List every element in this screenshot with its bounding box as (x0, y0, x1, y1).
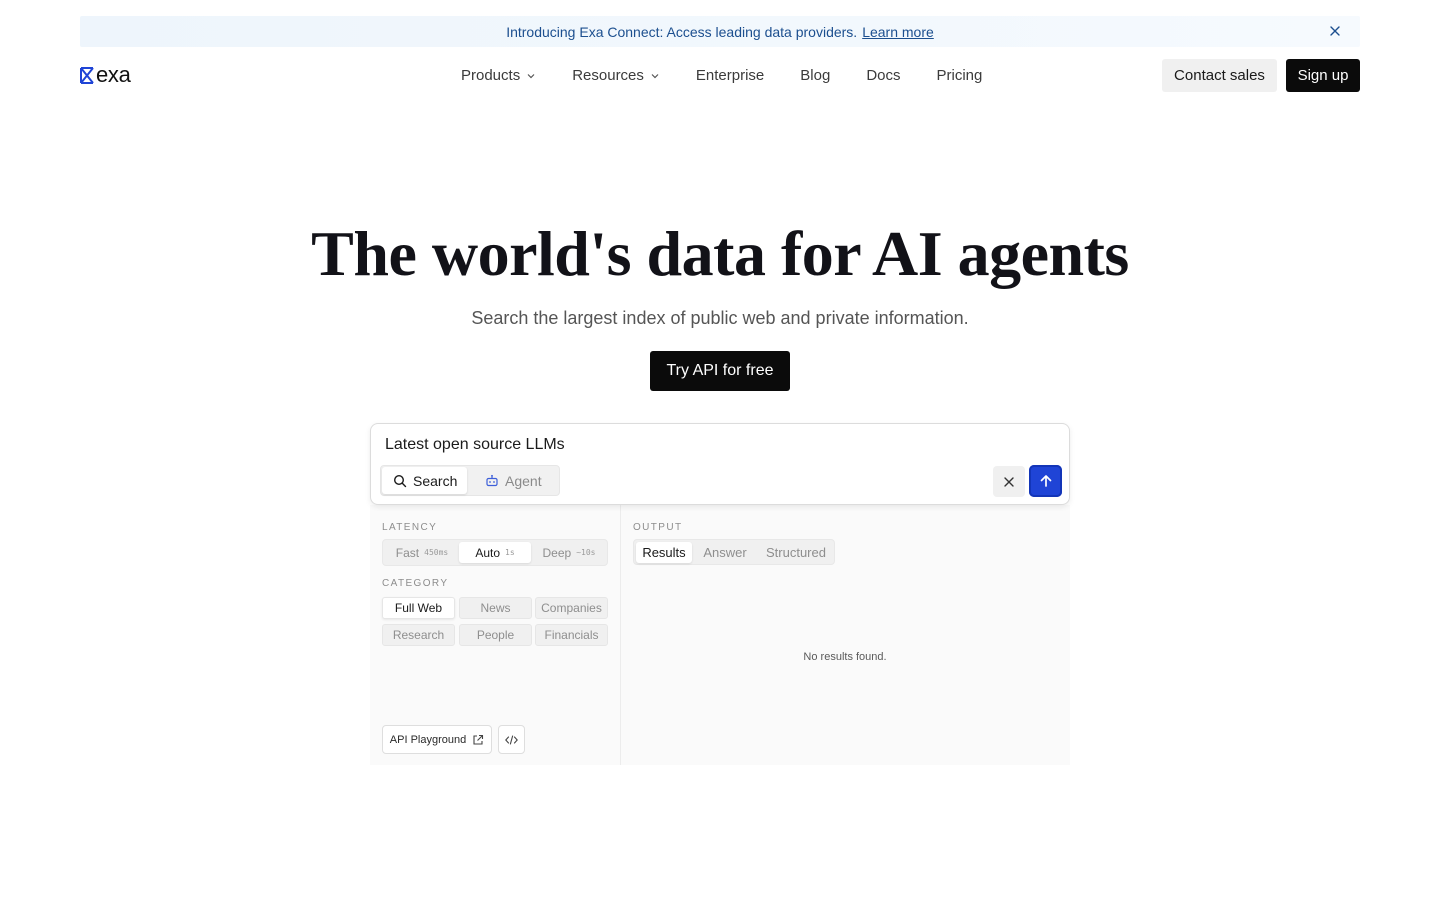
mode-label: Search (413, 472, 458, 489)
option-hint: 1s (505, 548, 515, 557)
banner-text: Introducing Exa Connect: Access leading … (506, 23, 858, 40)
option-label: Fast (395, 545, 420, 560)
top-nav: exa Products Resources Enterprise Blog D… (80, 59, 1360, 92)
hero-subtitle: Search the largest index of public web a… (471, 308, 969, 328)
robot-icon (486, 474, 498, 486)
output-option-results[interactable]: Results (636, 542, 692, 563)
category-option-companies[interactable]: Companies (535, 597, 608, 619)
option-label: Deep (542, 545, 572, 560)
latency-selector: Fast 450ms Auto 1s Deep ~10s (382, 539, 608, 566)
nav-item-label: Enterprise (695, 67, 765, 84)
category-option-full-web[interactable]: Full Web (382, 597, 455, 619)
hero-title: The world's data for AI agents (311, 218, 1129, 289)
code-icon (505, 734, 518, 745)
mode-label: Agent (505, 472, 542, 489)
nav-item-label: Resources (572, 67, 644, 84)
option-label: Auto (475, 545, 501, 560)
logo[interactable]: exa (80, 63, 131, 87)
nav-item-enterprise[interactable]: Enterprise (696, 67, 764, 84)
output-option-answer[interactable]: Answer (696, 542, 754, 563)
nav-item-resources[interactable]: Resources (572, 67, 660, 84)
category-option-research[interactable]: Research (382, 624, 455, 646)
mode-agent-button[interactable]: Agent (485, 467, 542, 494)
search-card: Latest open source LLMs Search Agent (370, 423, 1070, 505)
code-button[interactable] (498, 725, 525, 754)
option-hint: 450ms (424, 548, 449, 557)
output-selector: Results Answer Structured (633, 539, 835, 565)
panel-divider (620, 505, 621, 765)
nav-item-products[interactable]: Products (461, 67, 536, 84)
banner-learn-more-link[interactable]: Learn more (862, 24, 934, 40)
category-label: CATEGORY (382, 578, 449, 589)
close-icon[interactable] (1328, 24, 1342, 38)
output-option-structured[interactable]: Structured (758, 542, 834, 563)
playground-label: API Playground (389, 733, 467, 746)
category-option-people[interactable]: People (459, 624, 532, 646)
logo-wordmark: exa (96, 62, 131, 87)
search-input[interactable]: Latest open source LLMs (385, 436, 565, 454)
mode-search-button[interactable]: Search (382, 467, 467, 494)
nav-item-label: Pricing (936, 67, 983, 84)
output-label: OUTPUT (633, 522, 683, 533)
chevron-down-icon (527, 73, 535, 78)
nav-item-label: Products (461, 67, 521, 84)
external-link-icon (473, 734, 484, 745)
option-hint: ~10s (576, 548, 596, 557)
arrow-up-icon (1040, 475, 1051, 487)
search-icon (393, 474, 407, 487)
api-playground-button[interactable]: API Playground (382, 725, 492, 754)
latency-option-fast[interactable]: Fast 450ms (385, 542, 459, 563)
category-option-financials[interactable]: Financials (535, 624, 608, 646)
mode-toggle: Search Agent (380, 465, 560, 496)
nav-item-docs[interactable]: Docs (866, 67, 900, 84)
sign-up-button[interactable]: Sign up (1286, 59, 1360, 92)
no-results-message: No results found. (803, 651, 887, 663)
latency-option-auto[interactable]: Auto 1s (459, 542, 531, 563)
nav-item-blog[interactable]: Blog (800, 67, 830, 84)
chevron-down-icon (651, 73, 659, 78)
exa-logo-icon (80, 66, 94, 84)
submit-button[interactable] (1029, 465, 1062, 497)
announcement-banner: Introducing Exa Connect: Access leading … (80, 16, 1360, 47)
nav-item-pricing[interactable]: Pricing (937, 67, 983, 84)
latency-option-deep[interactable]: Deep ~10s (533, 542, 605, 563)
latency-label: LATENCY (382, 522, 438, 533)
nav-item-label: Docs (866, 67, 901, 84)
nav-links: Products Resources Enterprise Blog Docs … (461, 59, 982, 92)
close-icon (1004, 476, 1014, 487)
nav-item-label: Blog (800, 67, 831, 84)
clear-button[interactable] (993, 466, 1025, 497)
category-option-news[interactable]: News (459, 597, 532, 619)
try-api-button[interactable]: Try API for free (650, 351, 790, 391)
contact-sales-button[interactable]: Contact sales (1162, 59, 1277, 92)
